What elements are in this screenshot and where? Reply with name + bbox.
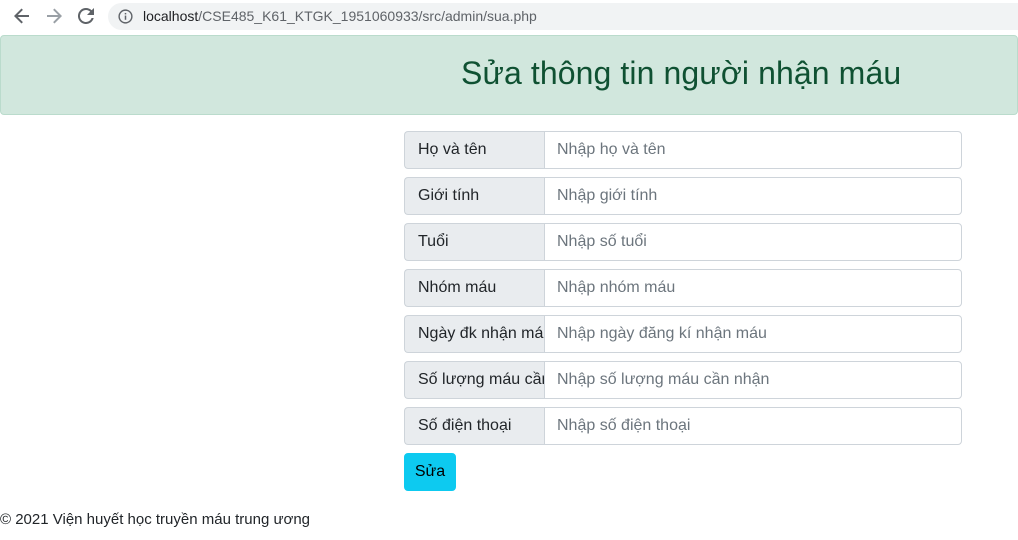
reload-button[interactable] (75, 5, 97, 27)
field-phone: Số điện thoại (404, 407, 962, 445)
address-bar[interactable]: localhost/CSE485_K61_KTGK_1951060933/src… (108, 3, 1018, 30)
field-label: Số lượng máu cần (404, 361, 544, 399)
forward-arrow-icon (47, 8, 62, 24)
url-text: localhost/CSE485_K61_KTGK_1951060933/src… (143, 8, 537, 24)
url-path: /CSE485_K61_KTGK_1951060933/src/admin/su… (198, 8, 537, 24)
info-icon[interactable] (118, 9, 133, 24)
page-title: Sửa thông tin người nhận máu (461, 55, 902, 91)
registration-date-input[interactable] (544, 315, 962, 353)
field-label: Tuổi (404, 223, 544, 261)
footer-copyright: © 2021 Viện huyết học truyền máu trung ư… (0, 511, 311, 528)
field-blood-amount: Số lượng máu cần (404, 361, 962, 399)
blood-type-input[interactable] (544, 269, 962, 307)
field-label: Ngày đk nhận má (404, 315, 544, 353)
field-label: Giới tính (404, 177, 544, 215)
field-label: Số điện thoại (404, 407, 544, 445)
browser-toolbar: localhost/CSE485_K61_KTGK_1951060933/src… (0, 0, 1018, 33)
forward-button[interactable] (43, 5, 65, 27)
field-registration-date: Ngày đk nhận má (404, 315, 962, 353)
url-host: localhost (143, 8, 199, 24)
field-age: Tuổi (404, 223, 962, 261)
phone-input[interactable] (544, 407, 962, 445)
back-arrow-icon (14, 8, 29, 24)
field-blood-type: Nhóm máu (404, 269, 962, 307)
field-label: Họ và tên (404, 131, 544, 169)
header-banner: Sửa thông tin người nhận máu (0, 35, 1018, 115)
age-input[interactable] (544, 223, 962, 261)
reload-icon (78, 8, 94, 24)
gender-input[interactable] (544, 177, 962, 215)
field-full-name: Họ và tên (404, 131, 962, 169)
field-label: Nhóm máu (404, 269, 544, 307)
full-name-input[interactable] (544, 131, 962, 169)
field-gender: Giới tính (404, 177, 962, 215)
blood-amount-input[interactable] (544, 361, 962, 399)
submit-edit-button[interactable]: Sửa (404, 453, 456, 491)
back-button[interactable] (11, 5, 33, 27)
